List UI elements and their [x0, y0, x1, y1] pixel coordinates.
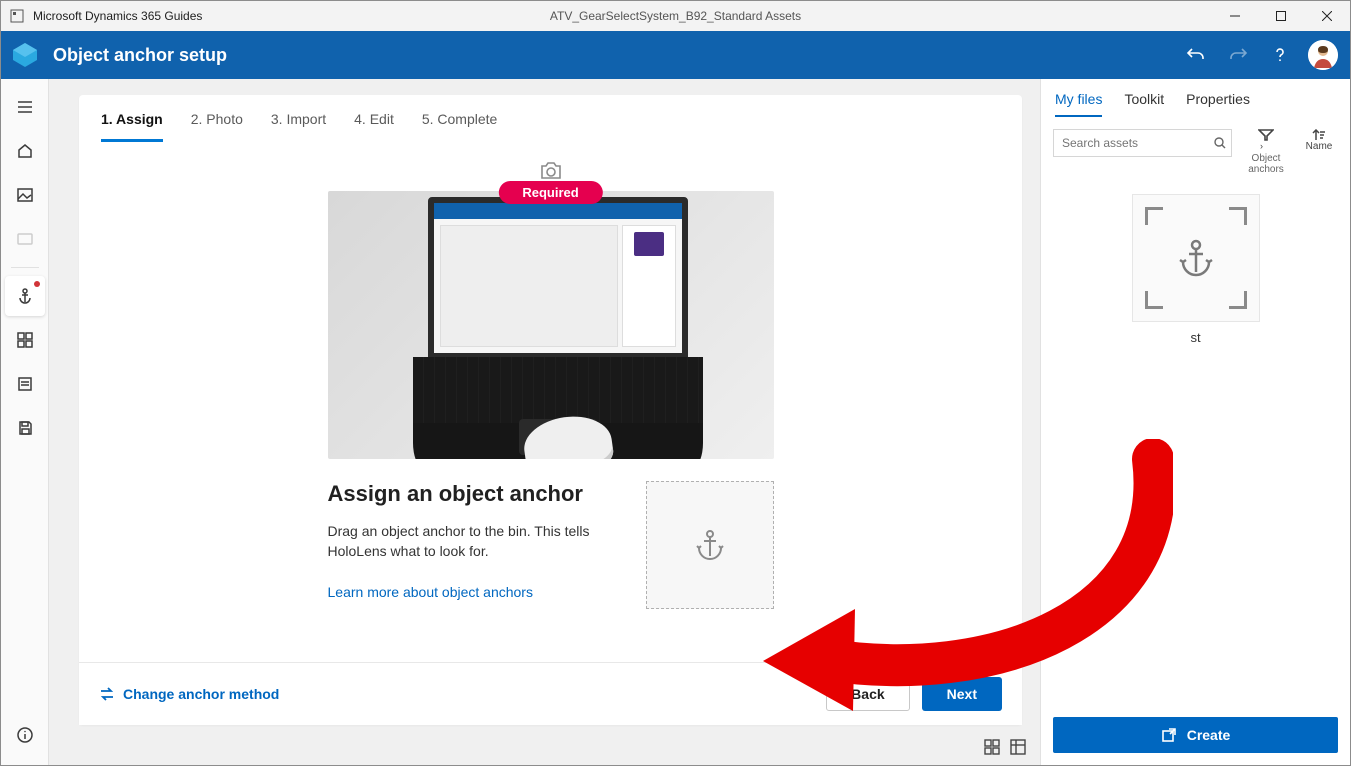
redo-button[interactable] — [1224, 41, 1252, 69]
rail-form-button[interactable] — [5, 364, 45, 404]
search-icon — [1214, 137, 1226, 149]
section-heading: Assign an object anchor — [328, 481, 596, 507]
rail-image-button[interactable] — [5, 175, 45, 215]
step-edit[interactable]: 4. Edit — [354, 111, 394, 142]
rail-anchor-button[interactable] — [5, 276, 45, 316]
minimize-button[interactable] — [1212, 1, 1258, 31]
filter-label-2: anchors — [1248, 164, 1284, 176]
rail-menu-button[interactable] — [5, 87, 45, 127]
sort-label: Name — [1306, 141, 1333, 152]
anchor-dropzone[interactable] — [646, 481, 774, 609]
view-toggles — [984, 739, 1026, 755]
sort-icon — [1312, 129, 1326, 141]
nav-rail — [1, 79, 49, 765]
help-button[interactable] — [1266, 41, 1294, 69]
close-button[interactable] — [1304, 1, 1350, 31]
asset-list: st — [1041, 180, 1350, 706]
document-name: ATV_GearSelectSystem_B92_Standard Assets — [550, 9, 801, 23]
change-anchor-label: Change anchor method — [123, 686, 279, 702]
required-badge: Required — [498, 181, 602, 204]
back-button[interactable]: Back — [826, 677, 909, 711]
section-body: Drag an object anchor to the bin. This t… — [328, 521, 596, 562]
wizard-footer: Change anchor method Back Next — [79, 662, 1022, 725]
step-assign[interactable]: 1. Assign — [101, 111, 163, 142]
change-anchor-method-button[interactable]: Change anchor method — [99, 686, 279, 702]
maximize-button[interactable] — [1258, 1, 1304, 31]
create-button[interactable]: Create — [1053, 717, 1338, 753]
asset-label: st — [1055, 330, 1336, 345]
rail-apps-button[interactable] — [5, 320, 45, 360]
grid-view-button[interactable] — [984, 739, 1000, 755]
filter-icon: › — [1258, 129, 1274, 153]
rail-save-button[interactable] — [5, 408, 45, 448]
app-icon — [9, 8, 25, 24]
rail-home-button[interactable] — [5, 131, 45, 171]
user-avatar[interactable] — [1308, 40, 1338, 70]
tab-toolkit[interactable]: Toolkit — [1124, 91, 1164, 117]
step-photo[interactable]: 2. Photo — [191, 111, 243, 142]
create-icon — [1161, 727, 1177, 743]
tab-my-files[interactable]: My files — [1055, 91, 1102, 117]
hero-image: Required — [328, 191, 774, 459]
right-tabs: My files Toolkit Properties — [1041, 79, 1350, 117]
wizard-steps: 1. Assign 2. Photo 3. Import 4. Edit 5. … — [79, 95, 1022, 143]
step-import[interactable]: 3. Import — [271, 111, 326, 142]
filter-label-1: Object — [1252, 153, 1281, 165]
search-assets-field[interactable] — [1053, 129, 1232, 157]
titlebar: Microsoft Dynamics 365 Guides ATV_GearSe… — [1, 1, 1350, 31]
asset-tile[interactable] — [1132, 194, 1260, 322]
main-area: 1. Assign 2. Photo 3. Import 4. Edit 5. … — [49, 79, 1040, 765]
rail-divider — [11, 267, 39, 268]
step-complete[interactable]: 5. Complete — [422, 111, 497, 142]
sort-button[interactable]: Name — [1300, 129, 1338, 152]
header-bar: Object anchor setup — [1, 31, 1350, 79]
filter-button[interactable]: › Object anchors — [1244, 129, 1288, 176]
app-name: Microsoft Dynamics 365 Guides — [33, 9, 202, 23]
page-title: Object anchor setup — [53, 45, 227, 66]
create-label: Create — [1187, 727, 1231, 743]
rail-info-button[interactable] — [5, 715, 45, 755]
list-view-button[interactable] — [1010, 739, 1026, 755]
search-input[interactable] — [1053, 129, 1232, 157]
learn-more-link[interactable]: Learn more about object anchors — [328, 584, 533, 600]
undo-button[interactable] — [1182, 41, 1210, 69]
camera-icon — [539, 161, 563, 181]
next-button[interactable]: Next — [922, 677, 1002, 711]
rail-card-button[interactable] — [5, 219, 45, 259]
guides-logo-icon — [1, 31, 49, 79]
tab-properties[interactable]: Properties — [1186, 91, 1250, 117]
right-panel: My files Toolkit Properties › Object anc… — [1040, 79, 1350, 765]
wizard-card: 1. Assign 2. Photo 3. Import 4. Edit 5. … — [79, 95, 1022, 725]
